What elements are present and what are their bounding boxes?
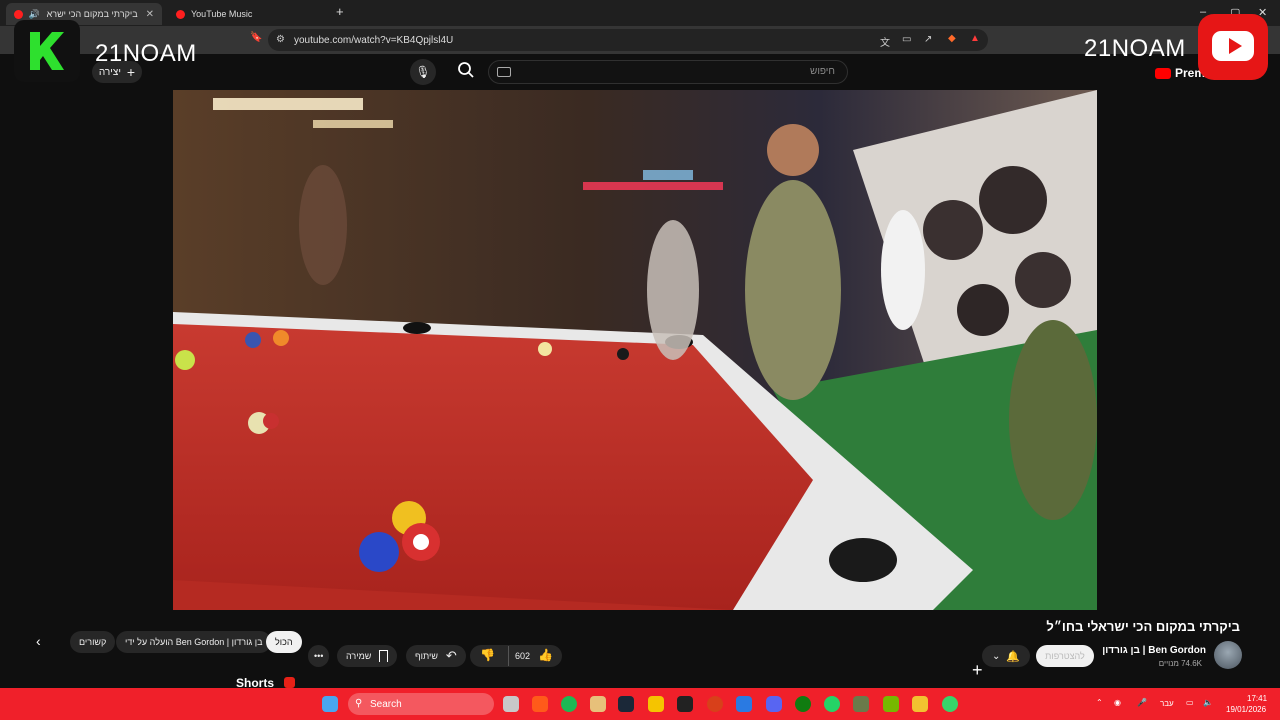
youtube-play-icon-overlay <box>1229 38 1242 54</box>
cast-icon[interactable]: ▭ <box>902 34 911 45</box>
youtube-favicon-icon <box>14 9 23 19</box>
brave-browser-icon[interactable] <box>532 696 548 712</box>
task-view-icon[interactable] <box>503 696 519 712</box>
browser-tab-strip: 🔊 ביקרתי במקום הכי ישרא (152) ✕ YouTube … <box>0 0 1280 26</box>
channel-avatar[interactable] <box>1214 641 1242 669</box>
windows-start-icon[interactable] <box>322 696 338 712</box>
tab-close-icon[interactable]: ✕ <box>146 9 154 20</box>
cursor-plus-icon: + <box>972 660 983 680</box>
search-button[interactable] <box>455 61 477 83</box>
keyboard-icon[interactable] <box>497 67 511 77</box>
watermark-right: 21NOAM <box>1084 35 1186 62</box>
share-page-icon[interactable]: ↗ <box>924 34 932 45</box>
language-indicator[interactable]: עבר <box>1160 699 1174 708</box>
youtube-play-icon <box>1155 67 1171 79</box>
watermark-left: 21NOAM <box>95 40 197 67</box>
video-title: ביקרתי במקום הכי ישראלי בחו״ל <box>1046 619 1240 634</box>
chip-uploaded-by[interactable]: הועלה על ידי Ben Gordon | בן גורדון <box>116 631 272 653</box>
brave-rewards-icon[interactable]: ▲ <box>970 33 980 44</box>
share-label: שיתוף <box>415 651 438 661</box>
bookmark-save-icon <box>379 650 389 662</box>
save-button[interactable]: שמירה <box>337 645 398 667</box>
discord-icon[interactable] <box>766 696 782 712</box>
search-input[interactable]: חיפוש <box>488 60 848 84</box>
youtube-logo-overlay <box>1198 14 1268 80</box>
notification-bell-button[interactable]: ⌄ 🔔 <box>982 645 1030 667</box>
clock-time[interactable]: 17:41 <box>1247 694 1267 703</box>
whatsapp-icon[interactable] <box>824 696 840 712</box>
tray-chevron-up-icon[interactable]: ⌃ <box>1096 698 1103 707</box>
tray-icon-1[interactable]: ◉ <box>1114 698 1121 707</box>
nvidia-icon[interactable] <box>883 696 899 712</box>
voice-search-button[interactable]: 🎙 <box>410 59 436 85</box>
app-icon-3[interactable] <box>707 696 723 712</box>
translate-icon[interactable]: 文 <box>880 34 890 49</box>
url-text: youtube.com/watch?v=KB4Qpjlsl4U <box>294 34 454 46</box>
chip-related[interactable]: קשורים <box>70 631 116 653</box>
k-channel-logo <box>14 20 80 82</box>
share-button[interactable]: שיתוף ↶ <box>406 645 466 667</box>
video-player[interactable] <box>173 90 1097 610</box>
like-divider <box>508 646 509 666</box>
like-dislike-group: 👎 602 👍 <box>470 645 562 667</box>
file-explorer-icon[interactable] <box>912 696 928 712</box>
like-count: 602 <box>515 651 531 661</box>
taskbar-search-icon: ⚲ <box>355 698 363 709</box>
subscriber-count: 74.6K מנויים <box>1158 659 1202 668</box>
app-icon-1[interactable] <box>590 696 606 712</box>
chevron-down-icon: ⌄ <box>991 650 1001 662</box>
chevron-left-icon[interactable]: ‹ <box>36 633 41 649</box>
like-icon[interactable]: 👍 <box>538 648 553 662</box>
channel-name[interactable]: Ben Gordon | בן גורדון <box>1102 645 1206 656</box>
taskbar-search-box[interactable]: ⚲ Search <box>348 693 494 715</box>
tab-video-title: ביקרתי במקום הכי ישרא (152) <box>44 9 138 19</box>
k-logo-icon <box>30 32 64 70</box>
brave-shield-icon[interactable]: ◆ <box>948 33 956 44</box>
new-tab-button[interactable]: + <box>336 4 344 19</box>
subscribe-button[interactable]: להצטרפות <box>1036 645 1094 667</box>
taskbar-search-placeholder: Search <box>370 698 402 710</box>
tray-network-icon[interactable]: ▭ <box>1186 698 1194 707</box>
search-placeholder: חיפוש <box>810 66 835 77</box>
save-label: שמירה <box>346 651 372 661</box>
create-label: יצירה <box>98 66 121 78</box>
site-info-icon[interactable]: ⚙ <box>276 34 285 45</box>
tab-music-title: YouTube Music <box>191 9 253 19</box>
steam-icon[interactable] <box>618 696 634 712</box>
video-frame <box>173 90 1097 610</box>
chip-all[interactable]: הכול <box>266 631 302 653</box>
app-icon-5[interactable] <box>853 696 869 712</box>
search-icon <box>458 62 474 78</box>
spotify-icon[interactable] <box>561 696 577 712</box>
clock-date[interactable]: 19/01/2026 <box>1226 705 1266 714</box>
more-actions-button[interactable]: ••• <box>308 645 330 667</box>
microphone-icon: 🎙 <box>415 65 431 79</box>
dislike-icon[interactable]: 👎 <box>480 648 495 662</box>
app-icon-6[interactable] <box>942 696 958 712</box>
bookmark-icon[interactable]: 🔖 <box>250 32 262 43</box>
epic-games-icon[interactable] <box>677 696 693 712</box>
speaker-icon: 🔊 <box>28 8 40 19</box>
windows-taskbar: ⚲ Search ⌃ ◉ 🎤 עבר ▭ 🔈 17:41 19/01/2026 <box>0 688 1280 720</box>
tab-youtube-music[interactable]: YouTube Music <box>168 3 328 25</box>
shorts-icon <box>284 677 295 688</box>
tray-mic-icon[interactable]: 🎤 <box>1137 698 1147 707</box>
tray-volume-icon[interactable]: 🔈 <box>1203 698 1213 707</box>
xbox-icon[interactable] <box>795 696 811 712</box>
bell-icon: 🔔 <box>1006 650 1021 663</box>
youtube-music-favicon-icon <box>176 9 185 19</box>
app-icon-2[interactable] <box>648 696 664 712</box>
app-icon-4[interactable] <box>736 696 752 712</box>
share-icon: ↶ <box>445 648 457 663</box>
address-bar[interactable]: ⚙ youtube.com/watch?v=KB4Qpjlsl4U 文 ▭ ↗ … <box>268 29 988 51</box>
